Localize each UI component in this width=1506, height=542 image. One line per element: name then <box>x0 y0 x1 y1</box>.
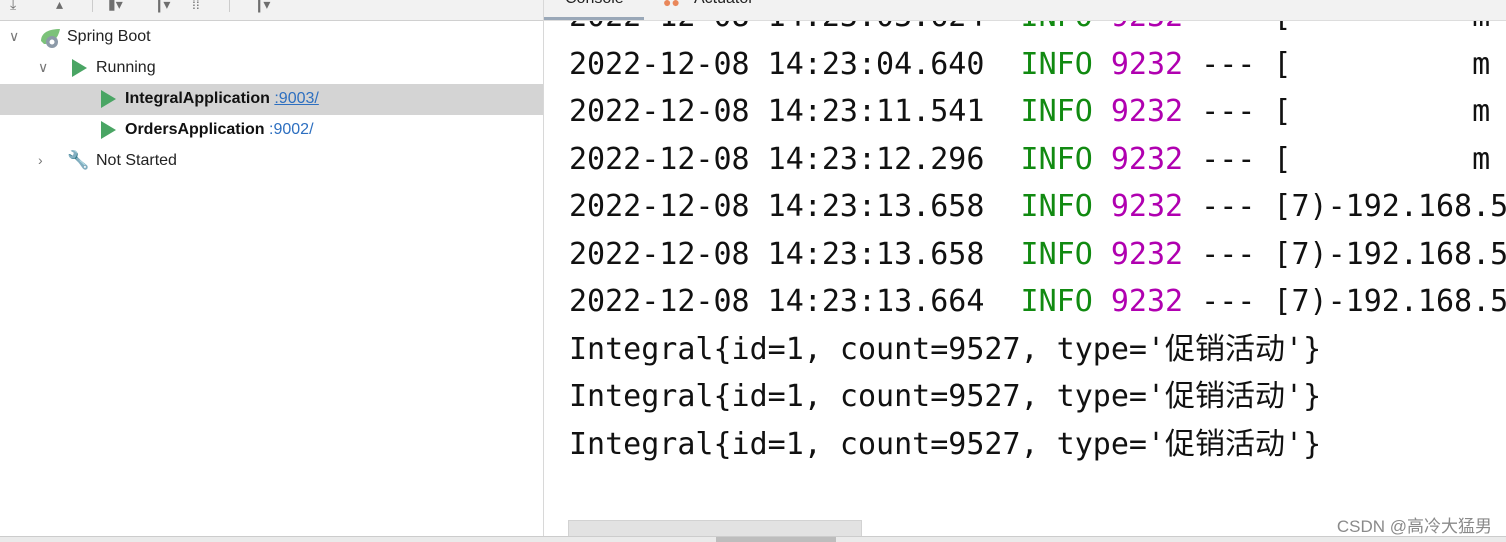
log-pid: 9232 <box>1110 236 1184 272</box>
app-entry: IntegralApplication :9003/ <box>125 90 319 108</box>
log-level: INFO <box>1020 94 1093 129</box>
log-timestamp: 2022-12-08 14:23:03.624 <box>569 21 1021 34</box>
log-level: INFO <box>1020 284 1093 319</box>
log-timestamp: 2022-12-08 14:23:13.664 <box>569 284 1021 319</box>
play-icon <box>101 121 116 139</box>
log-timestamp: 2022-12-08 14:23:12.296 <box>569 141 1021 177</box>
tree-label: Spring Boot <box>67 28 151 45</box>
services-toolbar: ⤓ ▴ ▮▾ ┃▾ ⁞⁞ ┃▾ <box>0 0 543 21</box>
tree-item-spring-boot[interactable]: ∨ Spring Boot <box>0 22 543 53</box>
chevron-down-icon[interactable]: ∨ <box>38 59 48 76</box>
console-output[interactable]: 2022-12-08 14:23:03.624 INFO 9232 --- [ … <box>569 21 1506 511</box>
log-level: INFO <box>1020 236 1093 272</box>
log-pid: 9232 <box>1110 94 1184 129</box>
log-message: --- [7)-192.168.5 <box>1183 284 1506 319</box>
filter-icon[interactable]: ┃▾ <box>155 0 170 12</box>
watermark: CSDN @高冷大猛男 <box>1336 517 1492 536</box>
tree-item-not-started[interactable]: › 🔧 Not Started <box>0 146 543 177</box>
log-line: 2022-12-08 14:23:03.624 INFO 9232 --- [ … <box>569 21 1490 40</box>
tree-label: Not Started <box>96 152 177 169</box>
output-line: Integral{id=1, count=9527, type='促销活动'} <box>569 379 1322 414</box>
log-message: --- [ m <box>1183 46 1491 82</box>
chevron-right-icon[interactable]: › <box>38 152 43 168</box>
services-panel: ⤓ ▴ ▮▾ ┃▾ ⁞⁞ ┃▾ ∨ Spring Boot ∨ Running … <box>0 0 544 541</box>
bottom-scrollbar[interactable] <box>0 536 1506 542</box>
log-level: INFO <box>1021 21 1093 34</box>
toolbar-divider <box>92 0 93 12</box>
tab-bar: Console ●● Actuator <box>544 0 1506 21</box>
log-line: 2022-12-08 14:23:04.640 INFO 9232 --- [ … <box>569 41 1490 88</box>
log-level: INFO <box>1020 46 1093 82</box>
log-message: --- [ m <box>1183 94 1491 129</box>
log-message: --- [7)-192.168.5 <box>1183 236 1506 272</box>
scrollbar-thumb[interactable] <box>716 537 836 542</box>
app-port-link[interactable]: :9003/ <box>274 90 318 107</box>
tree-label: Running <box>96 59 156 76</box>
chevron-down-icon[interactable]: ∨ <box>9 28 19 45</box>
up-icon[interactable]: ▴ <box>56 0 63 12</box>
log-level: INFO <box>1020 189 1093 224</box>
scroll-to-end-icon[interactable]: ⤓ <box>10 0 16 12</box>
log-line: 2022-12-08 14:23:13.658 INFO 9232 --- [7… <box>569 231 1506 278</box>
app-name: IntegralApplication <box>125 90 270 107</box>
tree-item-running[interactable]: ∨ Running <box>0 53 543 84</box>
log-pid: 9232 <box>1110 189 1184 224</box>
log-message: --- [ m <box>1183 21 1490 34</box>
console-panel: Console ●● Actuator 2022-12-08 14:23:03.… <box>544 0 1506 541</box>
horizontal-scrollbar[interactable] <box>568 520 862 537</box>
play-icon <box>72 59 87 77</box>
split-icon[interactable]: ⁞⁞ <box>192 0 200 12</box>
tab-actuator[interactable]: Actuator <box>694 0 754 8</box>
log-line: 2022-12-08 14:23:13.658 INFO 9232 --- [7… <box>569 183 1506 230</box>
log-line: 2022-12-08 14:23:12.296 INFO 9232 --- [ … <box>569 136 1490 183</box>
group-icon[interactable]: ▮▾ <box>108 0 123 12</box>
settings-icon[interactable]: ┃▾ <box>255 0 270 12</box>
log-pid: 9232 <box>1110 46 1184 82</box>
tab-console[interactable]: Console <box>565 0 624 8</box>
active-tab-indicator <box>544 17 644 20</box>
log-timestamp: 2022-12-08 14:23:13.658 <box>569 189 1021 224</box>
app-name: OrdersApplication <box>125 121 265 138</box>
log-line: 2022-12-08 14:23:13.664 INFO 9232 --- [7… <box>569 278 1506 325</box>
log-pid: 9232 <box>1110 141 1184 177</box>
output-line: Integral{id=1, count=9527, type='促销活动'} <box>569 331 1322 367</box>
log-timestamp: 2022-12-08 14:23:11.541 <box>569 94 1021 129</box>
tree-item-orders-application[interactable]: OrdersApplication :9002/ <box>0 115 543 146</box>
actuator-icon: ●● <box>663 0 680 10</box>
log-pid: 9232 <box>1110 284 1184 319</box>
log-timestamp: 2022-12-08 14:23:04.640 <box>569 46 1021 82</box>
output-line: Integral{id=1, count=9527, type='促销活动'} <box>569 426 1322 462</box>
log-timestamp: 2022-12-08 14:23:13.658 <box>569 236 1021 272</box>
log-message: --- [7)-192.168.5 <box>1183 189 1506 224</box>
spring-boot-icon <box>38 27 60 48</box>
log-pid: 9232 <box>1111 21 1183 34</box>
wrench-icon: 🔧 <box>67 150 90 170</box>
toolbar-divider <box>229 0 230 12</box>
app-entry: OrdersApplication :9002/ <box>125 121 314 139</box>
log-line: 2022-12-08 14:23:11.541 INFO 9232 --- [ … <box>569 88 1490 135</box>
log-level: INFO <box>1020 141 1093 177</box>
app-port-link[interactable]: :9002/ <box>269 121 313 138</box>
play-icon <box>101 90 116 108</box>
tree-item-integral-application[interactable]: IntegralApplication :9003/ <box>0 84 543 115</box>
log-message: --- [ m <box>1183 141 1491 177</box>
